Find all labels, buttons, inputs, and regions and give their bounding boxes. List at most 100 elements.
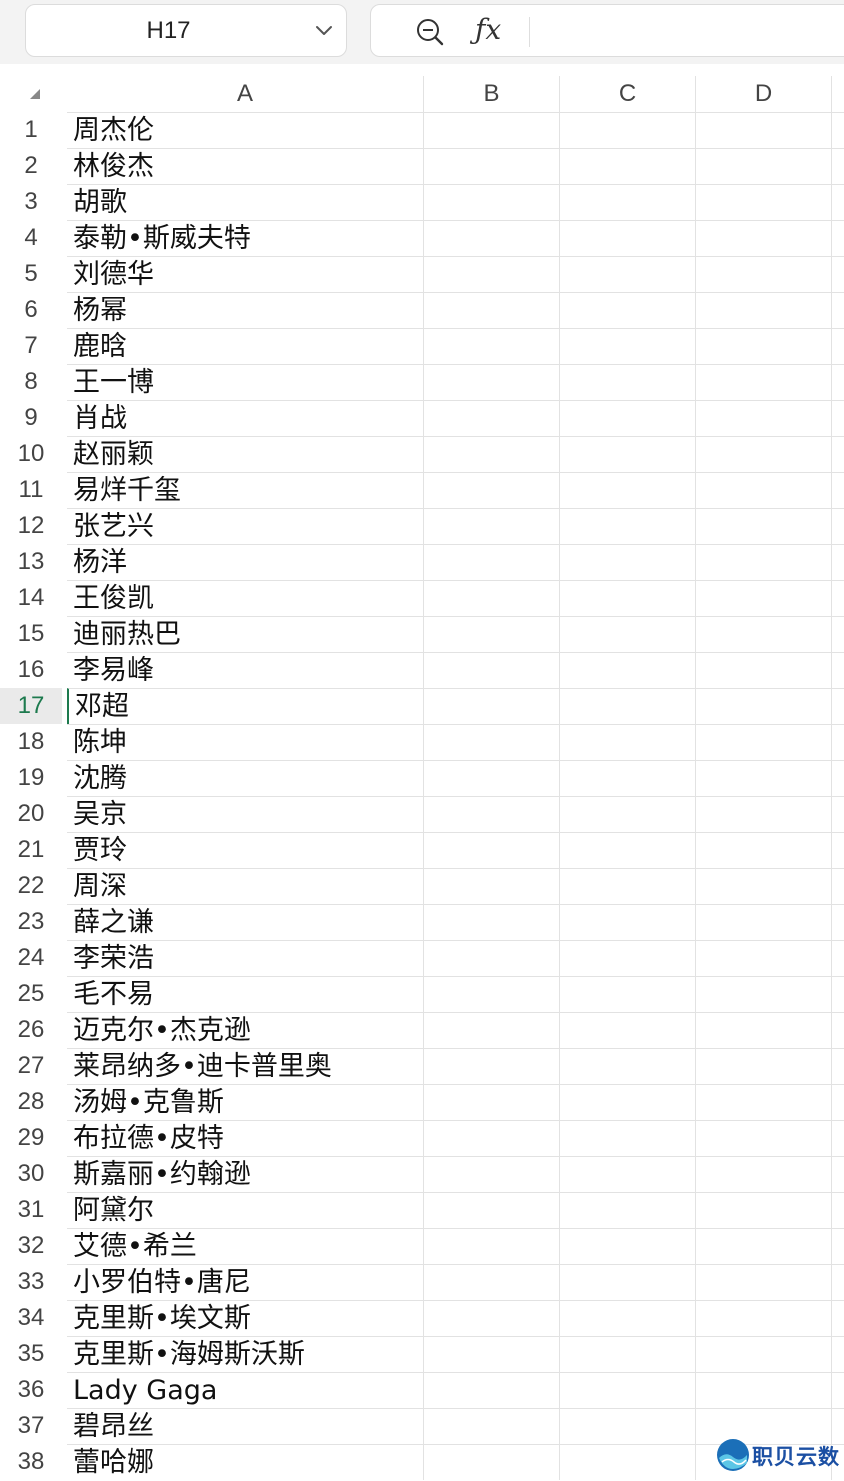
cell-d[interactable] <box>696 580 832 616</box>
row-header[interactable]: 19 <box>0 760 62 796</box>
row-header[interactable]: 23 <box>0 904 62 940</box>
cell-e[interactable] <box>832 832 844 868</box>
function-icon[interactable]: ƒx <box>475 13 501 46</box>
cell-a[interactable]: 吴京 <box>67 796 424 832</box>
cell-e[interactable] <box>832 436 844 472</box>
cell-e[interactable] <box>832 796 844 832</box>
cell-c[interactable] <box>560 724 696 760</box>
cell-b[interactable] <box>424 976 560 1012</box>
cell-b[interactable] <box>424 400 560 436</box>
row-header[interactable]: 2 <box>0 148 62 184</box>
cell-d[interactable] <box>696 760 832 796</box>
cell-e[interactable] <box>832 112 844 148</box>
row-header[interactable]: 20 <box>0 796 62 832</box>
cell-b[interactable] <box>424 436 560 472</box>
cell-e[interactable] <box>832 472 844 508</box>
cell-d[interactable] <box>696 724 832 760</box>
cell-c[interactable] <box>560 400 696 436</box>
cell-a[interactable]: Lady Gaga <box>67 1372 424 1408</box>
cell-d[interactable] <box>696 1228 832 1264</box>
cell-a[interactable]: 李易峰 <box>67 652 424 688</box>
cell-b[interactable] <box>424 1192 560 1228</box>
cell-b[interactable] <box>424 544 560 580</box>
zoom-out-icon[interactable] <box>415 17 445 47</box>
cell-d[interactable] <box>696 472 832 508</box>
cell-b[interactable] <box>424 796 560 832</box>
cell-d[interactable] <box>696 616 832 652</box>
cell-e[interactable] <box>832 940 844 976</box>
row-header[interactable]: 5 <box>0 256 62 292</box>
cell-b[interactable] <box>424 220 560 256</box>
cell-a[interactable]: 莱昂纳多•迪卡普里奥 <box>67 1048 424 1084</box>
cell-a[interactable]: 布拉德•皮特 <box>67 1120 424 1156</box>
cell-d[interactable] <box>696 220 832 256</box>
cell-e[interactable] <box>832 1228 844 1264</box>
cell-c[interactable] <box>560 1192 696 1228</box>
cell-d[interactable] <box>696 1012 832 1048</box>
row-header[interactable]: 25 <box>0 976 62 1012</box>
row-header[interactable]: 9 <box>0 400 62 436</box>
cell-b[interactable] <box>424 940 560 976</box>
cell-c[interactable] <box>560 148 696 184</box>
cell-a[interactable]: 邓超 <box>67 688 424 724</box>
row-header[interactable]: 36 <box>0 1372 62 1408</box>
cell-c[interactable] <box>560 508 696 544</box>
cell-d[interactable] <box>696 1156 832 1192</box>
cell-a[interactable]: 张艺兴 <box>67 508 424 544</box>
cell-b[interactable] <box>424 1408 560 1444</box>
cell-e[interactable] <box>832 652 844 688</box>
cell-b[interactable] <box>424 472 560 508</box>
cell-c[interactable] <box>560 220 696 256</box>
cell-d[interactable] <box>696 796 832 832</box>
column-header-c[interactable]: C <box>560 76 696 112</box>
cell-c[interactable] <box>560 1408 696 1444</box>
cell-b[interactable] <box>424 1444 560 1480</box>
row-header[interactable]: 1 <box>0 112 62 148</box>
cell-e[interactable] <box>832 868 844 904</box>
cell-a[interactable]: 贾玲 <box>67 832 424 868</box>
cell-c[interactable] <box>560 1156 696 1192</box>
cell-e[interactable] <box>832 508 844 544</box>
cell-a[interactable]: 周深 <box>67 868 424 904</box>
cell-d[interactable] <box>696 1120 832 1156</box>
row-header[interactable]: 37 <box>0 1408 62 1444</box>
cell-e[interactable] <box>832 976 844 1012</box>
row-header[interactable]: 31 <box>0 1192 62 1228</box>
cell-d[interactable] <box>696 148 832 184</box>
cell-a[interactable]: 王俊凯 <box>67 580 424 616</box>
cell-b[interactable] <box>424 1120 560 1156</box>
cell-b[interactable] <box>424 724 560 760</box>
cell-a[interactable]: 肖战 <box>67 400 424 436</box>
cell-c[interactable] <box>560 1372 696 1408</box>
cell-b[interactable] <box>424 1012 560 1048</box>
cell-c[interactable] <box>560 796 696 832</box>
cell-c[interactable] <box>560 688 696 724</box>
cell-a[interactable]: 杨洋 <box>67 544 424 580</box>
cell-d[interactable] <box>696 1300 832 1336</box>
cell-c[interactable] <box>560 976 696 1012</box>
row-header[interactable]: 30 <box>0 1156 62 1192</box>
cell-a[interactable]: 艾德•希兰 <box>67 1228 424 1264</box>
cell-b[interactable] <box>424 1048 560 1084</box>
row-header[interactable]: 21 <box>0 832 62 868</box>
cell-d[interactable] <box>696 400 832 436</box>
row-header[interactable]: 29 <box>0 1120 62 1156</box>
cell-d[interactable] <box>696 976 832 1012</box>
cell-c[interactable] <box>560 652 696 688</box>
cell-e[interactable] <box>832 364 844 400</box>
cell-b[interactable] <box>424 112 560 148</box>
cell-b[interactable] <box>424 1300 560 1336</box>
cell-d[interactable] <box>696 184 832 220</box>
cell-e[interactable] <box>832 184 844 220</box>
cell-d[interactable] <box>696 1192 832 1228</box>
cell-c[interactable] <box>560 580 696 616</box>
cell-d[interactable] <box>696 940 832 976</box>
cell-c[interactable] <box>560 904 696 940</box>
cell-d[interactable] <box>696 904 832 940</box>
cell-b[interactable] <box>424 1264 560 1300</box>
cell-e[interactable] <box>832 544 844 580</box>
cell-e[interactable] <box>832 1048 844 1084</box>
formula-input[interactable] <box>541 13 844 51</box>
row-header[interactable]: 28 <box>0 1084 62 1120</box>
cell-c[interactable] <box>560 1048 696 1084</box>
